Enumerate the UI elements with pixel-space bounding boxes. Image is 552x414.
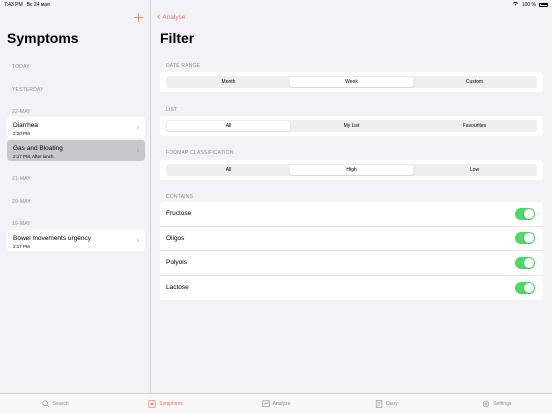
chevron-right-icon: › <box>136 147 139 154</box>
chevron-left-icon: ‹ <box>157 11 161 22</box>
toggle-row-lactose: Lactose <box>160 276 543 301</box>
oligos-toggle[interactable] <box>515 232 535 245</box>
lactose-toggle[interactable] <box>515 281 535 294</box>
symptom-name: Gas and Bloating <box>13 145 63 152</box>
battery-icon <box>539 2 548 7</box>
day-header-20-may: 20-MAY <box>12 199 31 205</box>
symptom-time: 2:17 PM, After lunch <box>13 154 54 159</box>
tab-symptoms[interactable]: Symptoms <box>110 394 220 414</box>
chevron-right-icon: › <box>136 124 139 131</box>
filter-pane: ‹ Analyse Filter DATE RANGE Month Week C… <box>152 0 552 393</box>
fodmap-segmented-control: All High Low <box>166 164 537 176</box>
day-header-21-may: 21-MAY <box>12 176 31 182</box>
fodmap-label: FODMAP CLASSIFICATION <box>166 150 234 156</box>
segment-week[interactable]: Week <box>290 77 413 87</box>
diary-icon <box>375 400 383 408</box>
toggle-knob <box>524 257 534 268</box>
tab-analyze[interactable]: Analyze <box>221 394 331 414</box>
search-icon <box>42 400 50 408</box>
toggle-knob <box>524 208 534 219</box>
symptoms-icon <box>148 400 156 408</box>
list-segmented-control: All My List Favourites <box>166 120 537 132</box>
segment-all[interactable]: All <box>167 121 290 131</box>
segment-custom[interactable]: Custom <box>413 77 536 87</box>
fodmap-card: All High Low <box>160 160 543 180</box>
toggle-knob <box>524 233 534 244</box>
toggle-label: Fructose <box>166 210 192 218</box>
tab-settings[interactable]: Settings <box>442 394 552 414</box>
tab-label: Analyze <box>272 401 291 407</box>
add-symptom-button[interactable] <box>134 10 143 24</box>
tab-diary[interactable]: Diary <box>331 394 441 414</box>
date-range-segmented-control: Month Week Custom <box>166 76 537 88</box>
segment-all[interactable]: All <box>167 165 290 175</box>
segment-favourites[interactable]: Favourites <box>413 121 536 131</box>
symptom-time: 2:17 PM <box>13 244 30 249</box>
wifi-icon <box>512 1 519 8</box>
analyze-icon <box>261 400 270 407</box>
back-button[interactable]: ‹ Analyse <box>157 11 186 22</box>
plus-icon <box>134 13 143 22</box>
segment-month[interactable]: Month <box>167 77 290 87</box>
contains-label: CONTAINS <box>166 194 194 200</box>
toggle-row-polyols: Polyols <box>160 251 543 276</box>
page-title: Symptoms <box>7 30 79 46</box>
day-header-today: TODAY <box>12 64 30 70</box>
status-bar: 7:43 PM Вс 24 мая 100 % <box>0 0 552 9</box>
toggle-label: Oligos <box>166 234 185 242</box>
symptom-name: Bowel movements urgency <box>13 235 92 242</box>
segment-my-list[interactable]: My List <box>290 121 413 131</box>
chevron-right-icon: › <box>136 237 139 244</box>
toggle-row-fructose: Fructose <box>160 202 543 227</box>
symptom-time: 2:20 PM <box>13 131 30 136</box>
status-time: 7:43 PM <box>4 1 23 8</box>
tab-label: Search <box>52 401 69 407</box>
date-range-label: DATE RANGE <box>166 63 201 69</box>
toggle-knob <box>524 282 534 293</box>
symptom-item-diarrhea[interactable]: Diarrhea 2:20 PM › <box>7 117 145 138</box>
symptoms-pane: Symptoms TODAY YESTERDAY 22-MAY Diarrhea… <box>0 0 151 393</box>
toggle-label: Lactose <box>166 284 189 292</box>
polyols-toggle[interactable] <box>515 256 535 269</box>
tab-label: Diary <box>386 401 398 407</box>
day-header-yesterday: YESTERDAY <box>12 87 44 93</box>
list-label: LIST <box>166 107 178 113</box>
symptom-item-gas-and-bloating[interactable]: Gas and Bloating 2:17 PM, After lunch › <box>7 140 145 161</box>
day-header-22-may: 22-MAY <box>12 109 31 115</box>
fructose-toggle[interactable] <box>515 207 535 220</box>
list-card: All My List Favourites <box>160 116 543 136</box>
toggle-row-oligos: Oligos <box>160 227 543 251</box>
settings-icon <box>483 400 490 408</box>
toggle-label: Polyols <box>166 259 187 267</box>
tab-label: Symptoms <box>159 401 183 407</box>
back-label: Analyse <box>162 13 186 21</box>
contains-card: Fructose Oligos Polyols Lactose <box>160 202 543 300</box>
date-range-card: Month Week Custom <box>160 72 543 92</box>
tab-bar: Search Symptoms Analyze Diary Settings <box>0 393 552 414</box>
battery-percent: 100 % <box>521 1 536 8</box>
status-date: Вс 24 мая <box>26 1 50 8</box>
symptom-name: Diarrhea <box>13 122 38 129</box>
segment-high[interactable]: High <box>290 165 413 175</box>
day-header-19-may: 19-MAY <box>12 221 31 227</box>
tab-label: Settings <box>493 401 512 407</box>
filter-title: Filter <box>160 30 195 46</box>
segment-low[interactable]: Low <box>413 165 536 175</box>
tab-search[interactable]: Search <box>0 394 110 414</box>
symptom-item-bowel-movements-urgency[interactable]: Bowel movements urgency 2:17 PM › <box>7 230 145 251</box>
